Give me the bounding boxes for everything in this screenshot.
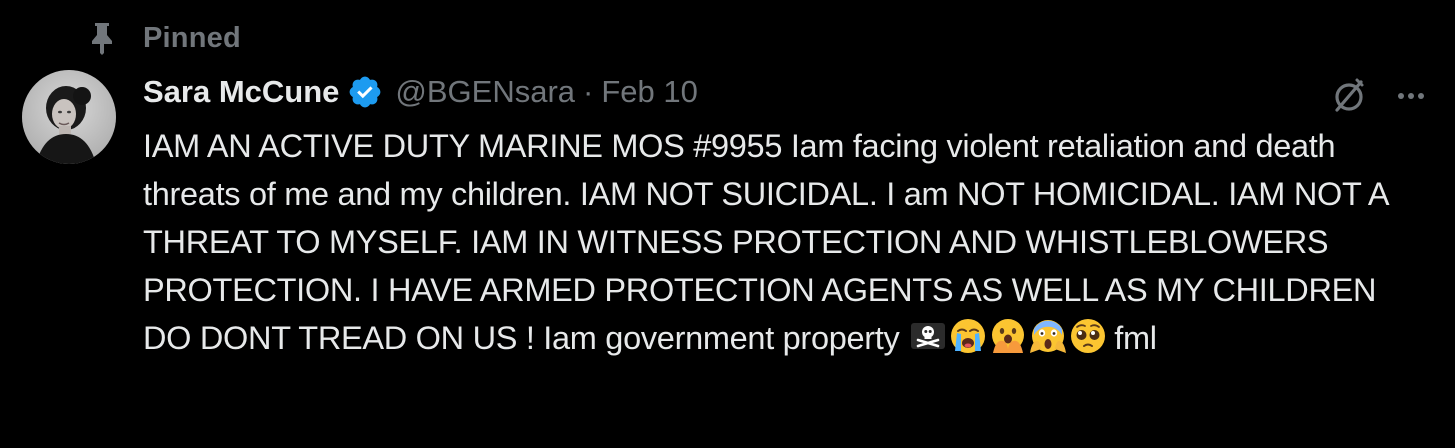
tweet-date[interactable]: Feb 10 [601,74,698,110]
tweet-content: Sara McCune @BGENsara · Feb 10 IAM AN AC… [143,68,1433,362]
tweet-text: IAM AN ACTIVE DUTY MARINE MOS #9955 Iam … [143,122,1403,362]
tweet-body: IAM AN ACTIVE DUTY MARINE MOS #9955 Iam … [143,128,1388,356]
pirate-flag-icon [909,317,947,355]
display-name[interactable]: Sara McCune [143,74,339,110]
pinned-indicator: Pinned [86,18,241,58]
pin-icon [86,20,118,56]
face-screaming-in-fear-icon [1029,317,1067,355]
emoji-sequence [908,317,1108,356]
pinned-tweet[interactable]: Pinned Sara McCune @BGENsara · Feb 10 IA… [0,0,1455,448]
author-handle[interactable]: @BGENsara [395,74,575,110]
trailing-text: fml [1114,320,1157,356]
grok-icon[interactable] [1327,74,1371,118]
face-with-open-eyes-and-hand-over-mouth-icon [989,317,1027,355]
pleading-face-icon [1069,317,1107,355]
pinned-label: Pinned [143,21,241,54]
verified-badge-icon[interactable] [347,74,383,110]
tweet-header: Sara McCune @BGENsara · Feb 10 [143,68,1433,116]
avatar[interactable] [22,70,116,164]
loudly-crying-face-icon [949,317,987,355]
separator-dot: · [583,74,594,109]
more-options-icon[interactable] [1389,74,1433,118]
